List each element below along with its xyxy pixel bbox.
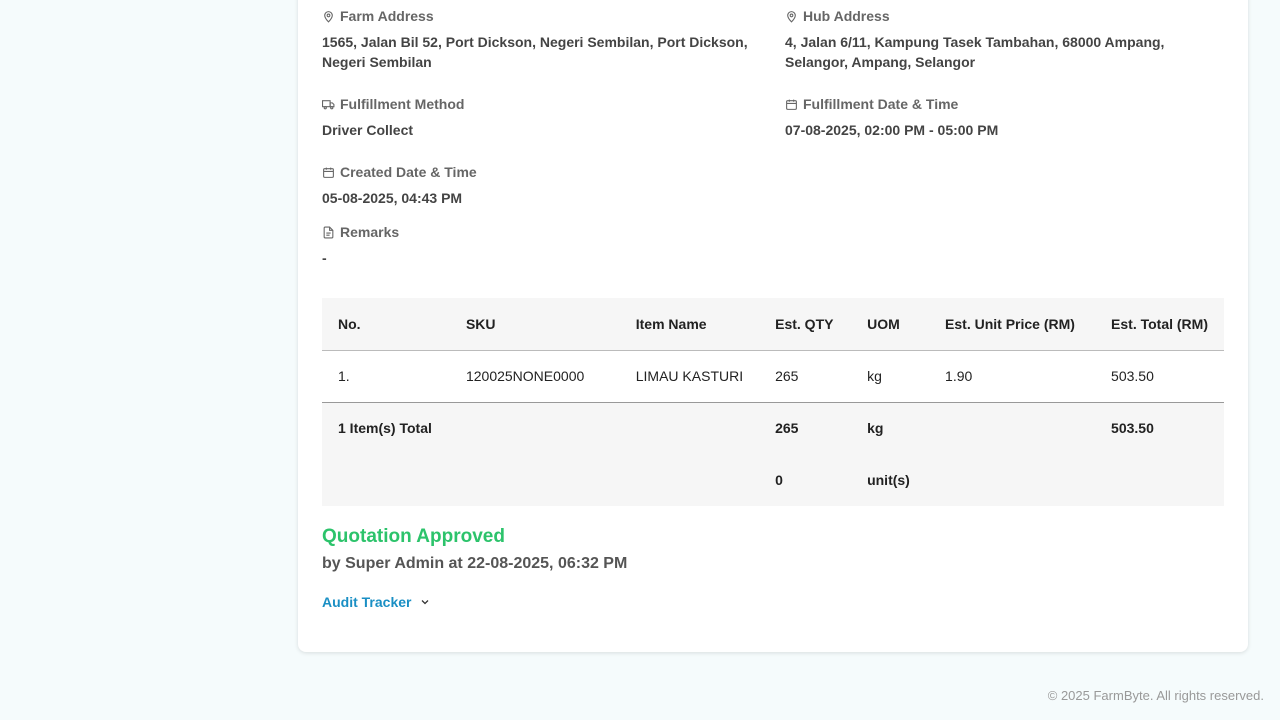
header-est-qty: Est. QTY (759, 298, 852, 351)
created-datetime-value: 05-08-2025, 04:43 PM (322, 190, 463, 206)
footer-copyright: © 2025 FarmByte. All rights reserved. (1047, 688, 1264, 703)
cell-total: 503.50 (1095, 350, 1224, 403)
quotation-status-title: Quotation Approved (322, 526, 505, 547)
calendar-icon (323, 167, 334, 178)
chevron-down-icon[interactable] (419, 596, 431, 608)
header-sku: SKU (449, 298, 620, 351)
fulfillment-method-label: Fulfillment Method (340, 96, 465, 112)
cell-no: 1. (322, 350, 450, 403)
totals-qty-kg: 265 (759, 402, 852, 454)
totals-uom-kg: kg (851, 402, 930, 454)
fulfillment-datetime-value: 07-08-2025, 02:00 PM - 05:00 PM (785, 122, 999, 138)
quotation-status-subtitle: by Super Admin at 22-08-2025, 06:32 PM (322, 555, 628, 572)
remarks-label: Remarks (340, 224, 400, 240)
totals-row: 1 Item(s) Total 265 kg 503.50 (322, 402, 1224, 454)
calendar-icon (786, 99, 797, 110)
document-icon (323, 226, 334, 238)
totals-amount: 503.50 (1095, 402, 1224, 454)
header-unit-price: Est. Unit Price (RM) (929, 298, 1096, 351)
truck-icon (322, 99, 335, 109)
fulfillment-datetime-field: Fulfillment Date & Time 07-08-2025, 02:0… (785, 96, 1205, 140)
items-table: No. SKU Item Name Est. QTY UOM Est. Unit… (322, 298, 1224, 506)
totals-uom-unit: unit(s) (851, 454, 930, 506)
cell-item-name: LIMAU KASTURI (619, 350, 760, 403)
totals-label: 1 Item(s) Total (322, 402, 450, 454)
totals-qty-unit: 0 (759, 454, 852, 506)
table-row: 1. 120025NONE0000 LIMAU KASTURI 265 kg 1… (322, 350, 1224, 403)
cell-uom: kg (851, 350, 930, 403)
remarks-field: Remarks - (322, 224, 762, 268)
header-no: No. (322, 298, 450, 351)
table-header-row: No. SKU Item Name Est. QTY UOM Est. Unit… (322, 298, 1224, 351)
farm-address-field: Farm Address 1565, Jalan Bil 52, Port Di… (322, 8, 762, 72)
farm-address-label: Farm Address (340, 8, 434, 24)
cell-qty: 265 (759, 350, 852, 403)
header-item-name: Item Name (619, 298, 760, 351)
fulfillment-method-field: Fulfillment Method Driver Collect (322, 96, 762, 140)
audit-tracker-label[interactable]: Audit Tracker (322, 594, 411, 610)
fulfillment-datetime-label: Fulfillment Date & Time (803, 96, 959, 112)
fulfillment-method-value: Driver Collect (322, 122, 414, 138)
totals-row-units: 0 unit(s) (322, 454, 1224, 506)
farm-address-value: 1565, Jalan Bil 52, Port Dickson, Negeri… (322, 34, 748, 70)
map-pin-icon (787, 10, 796, 23)
created-datetime-field: Created Date & Time 05-08-2025, 04:43 PM (322, 164, 762, 208)
cell-unit-price: 1.90 (929, 350, 1096, 403)
cell-sku: 120025NONE0000 (449, 350, 620, 403)
hub-address-label: Hub Address (803, 8, 890, 24)
header-est-total: Est. Total (RM) (1095, 298, 1224, 351)
hub-address-field: Hub Address 4, Jalan 6/11, Kampung Tasek… (785, 8, 1205, 72)
audit-tracker-toggle[interactable]: Audit Tracker (322, 594, 431, 610)
map-pin-icon (324, 10, 333, 23)
remarks-value: - (322, 250, 327, 266)
created-datetime-label: Created Date & Time (340, 164, 477, 180)
hub-address-value: 4, Jalan 6/11, Kampung Tasek Tambahan, 6… (785, 34, 1165, 70)
header-uom: UOM (851, 298, 930, 351)
